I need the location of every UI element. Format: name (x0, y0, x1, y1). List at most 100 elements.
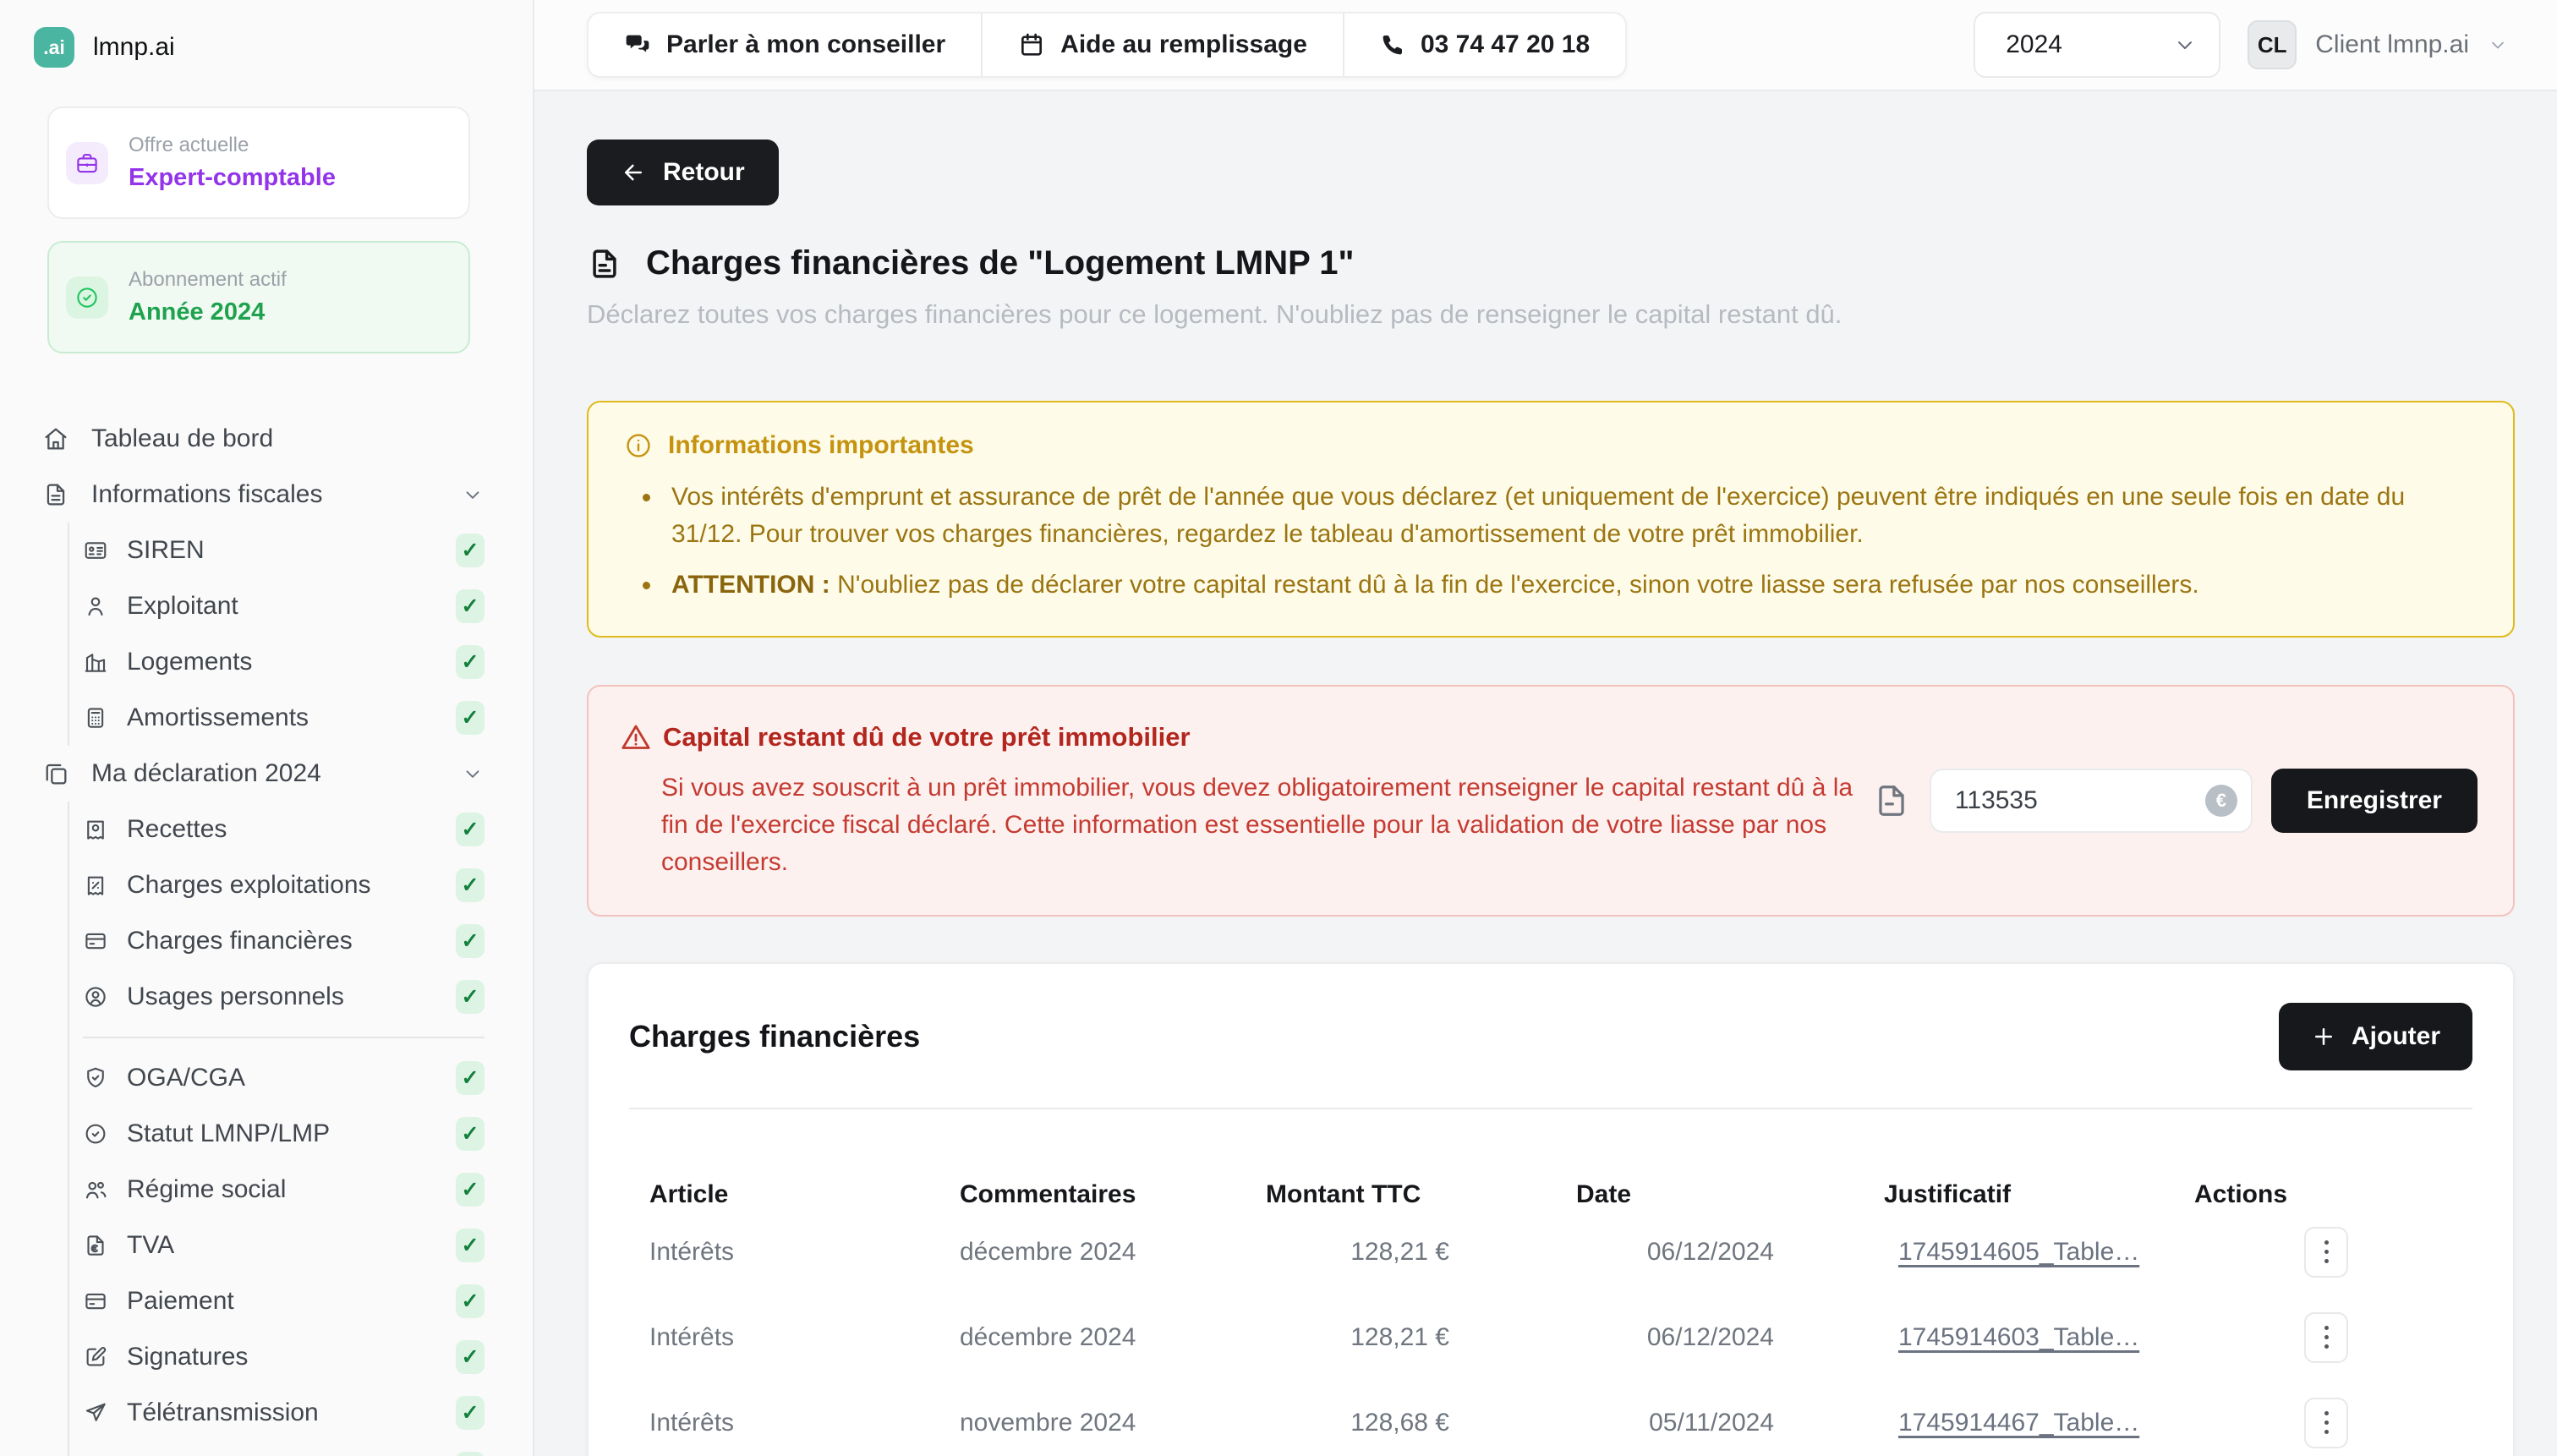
credit-card-icon (83, 1289, 108, 1314)
sidebar-item-charges-financieres[interactable]: Charges financières ✓ (69, 913, 533, 969)
sidebar-item-label: SIREN (127, 536, 205, 565)
cell-amount: 128,21 € (1261, 1238, 1576, 1267)
justificatif-link[interactable]: 1745914605_Table… (1898, 1238, 2139, 1266)
id-card-icon (83, 538, 108, 563)
sidebar-item-label: TVA (127, 1231, 174, 1260)
sidebar-item-dashboard[interactable]: Tableau de bord (0, 411, 533, 467)
sidebar-item-label: Logements (127, 648, 252, 676)
chat-icon (624, 31, 651, 58)
filling-help-label: Aide au remplissage (1060, 30, 1307, 59)
credit-card-icon (83, 928, 108, 954)
topbar-actions-group: Parler à mon conseiller Aide au rempliss… (587, 12, 1627, 78)
sidebar-item-informations-fiscales[interactable]: Informations fiscales (0, 467, 533, 523)
sidebar-item-teletransmission[interactable]: Télétransmission ✓ (69, 1385, 533, 1441)
cell-article: Intérêts (629, 1409, 939, 1437)
back-button[interactable]: Retour (587, 140, 779, 205)
sidebar-item-siren[interactable]: SIREN ✓ (69, 523, 533, 578)
talk-to-advisor-label: Parler à mon conseiller (666, 30, 945, 59)
sidebar-item-charges-exploitations[interactable]: Charges exploitations ✓ (69, 857, 533, 913)
alert-triangle-icon (619, 720, 653, 754)
charges-card-title: Charges financières (629, 1019, 920, 1054)
filling-help-button[interactable]: Aide au remplissage (981, 14, 1343, 76)
send-icon (83, 1400, 108, 1426)
sidebar-item-ma-declaration[interactable]: Ma déclaration 2024 (0, 746, 533, 802)
completed-check-badge: ✓ (456, 1452, 485, 1456)
capital-box-body: Si vous avez souscrit à un prêt immobili… (661, 769, 1872, 881)
attention-label: ATTENTION : (671, 571, 830, 599)
chevron-down-icon (462, 763, 484, 785)
sidebar-item-label: Paiement (127, 1287, 234, 1316)
row-actions-button[interactable] (2304, 1398, 2348, 1448)
column-header: Commentaires (939, 1180, 1261, 1209)
sidebar-item-regime-social[interactable]: Régime social ✓ (69, 1162, 533, 1218)
column-header: Article (629, 1180, 939, 1209)
table-row: Intérêts décembre 2024 128,21 € 06/12/20… (629, 1209, 2472, 1295)
justificatif-link[interactable]: 1745914467_Table… (1898, 1409, 2139, 1437)
year-select[interactable]: 2024 (1974, 12, 2220, 78)
shield-check-icon (83, 1065, 108, 1091)
capital-remaining-box: Capital restant dû de votre prêt immobil… (587, 685, 2515, 917)
sidebar-item-label: Charges financières (127, 927, 353, 955)
account-menu[interactable]: CL Client lmnp.ai (2248, 20, 2508, 69)
completed-check-badge: ✓ (456, 1117, 485, 1151)
phone-icon (1380, 32, 1405, 57)
sidebar-item-aide-declaration[interactable]: Aide à la déclaration ✓ (69, 1441, 533, 1456)
pen-square-icon (83, 1344, 108, 1370)
important-info-box: Informations importantes Vos intérêts d'… (587, 401, 2515, 638)
justificatif-link[interactable]: 1745914603_Table… (1898, 1323, 2139, 1351)
current-plan-card[interactable]: Offre actuelle Expert-comptable (47, 107, 470, 219)
euro-icon: € (2205, 785, 2237, 817)
building-icon (83, 649, 108, 675)
check-circle-icon (66, 276, 108, 319)
sidebar-nav: Tableau de bord Informations fiscales SI… (0, 411, 533, 1456)
sidebar-item-usages-personnels[interactable]: Usages personnels ✓ (69, 969, 533, 1025)
sidebar-item-signatures[interactable]: Signatures ✓ (69, 1329, 533, 1385)
completed-check-badge: ✓ (456, 1396, 485, 1430)
sidebar-item-label: OGA/CGA (127, 1064, 245, 1092)
sidebar-item-label: Amortissements (127, 703, 309, 732)
main-area: Parler à mon conseiller Aide au rempliss… (534, 0, 2557, 1456)
card-divider (629, 1108, 2472, 1109)
add-charge-label: Ajouter (2352, 1022, 2440, 1051)
avatar: CL (2248, 20, 2297, 69)
sidebar-item-label: Ma déclaration 2024 (91, 759, 321, 788)
info-icon (624, 431, 653, 460)
chevron-down-icon (2173, 33, 2197, 57)
sidebar-item-amortissements[interactable]: Amortissements ✓ (69, 690, 533, 746)
cell-date: 05/11/2024 (1576, 1409, 1884, 1437)
save-button[interactable]: Enregistrer (2271, 769, 2478, 833)
sidebar-item-recettes[interactable]: Recettes ✓ (69, 802, 533, 857)
account-name: Client lmnp.ai (2315, 30, 2469, 59)
row-actions-button[interactable] (2304, 1312, 2348, 1363)
cell-article: Intérêts (629, 1238, 939, 1267)
cell-comment: décembre 2024 (939, 1323, 1261, 1352)
file-euro-icon (83, 1233, 108, 1258)
cell-amount: 128,21 € (1261, 1323, 1576, 1352)
row-actions-button[interactable] (2304, 1227, 2348, 1278)
sidebar-item-logements[interactable]: Logements ✓ (69, 634, 533, 690)
capital-amount-input[interactable] (1955, 786, 2205, 815)
completed-check-badge: ✓ (456, 980, 485, 1014)
sidebar-item-exploitant[interactable]: Exploitant ✓ (69, 578, 533, 634)
sidebar-item-paiement[interactable]: Paiement ✓ (69, 1273, 533, 1329)
completed-check-badge: ✓ (456, 868, 485, 902)
add-charge-button[interactable]: Ajouter (2279, 1003, 2472, 1070)
sidebar-item-label: Recettes (127, 815, 227, 844)
info-box-title: Informations importantes (668, 431, 974, 460)
calendar-icon (1018, 31, 1045, 58)
subscription-value: Année 2024 (129, 298, 287, 326)
capital-input-wrapper: € (1930, 769, 2253, 833)
completed-check-badge: ✓ (456, 1284, 485, 1318)
file-text-icon (42, 481, 69, 508)
calculator-icon (83, 705, 108, 731)
sidebar-item-statut-lmnp-lmp[interactable]: Statut LMNP/LMP ✓ (69, 1106, 533, 1162)
table-row: Intérêts novembre 2024 128,68 € 05/11/20… (629, 1380, 2472, 1456)
sidebar-item-label: Télétransmission (127, 1399, 319, 1427)
sidebar-item-tva[interactable]: TVA ✓ (69, 1218, 533, 1273)
sidebar-item-oga-cga[interactable]: OGA/CGA ✓ (69, 1050, 533, 1106)
circle-user-icon (83, 984, 108, 1010)
brand[interactable]: .ai lmnp.ai (0, 27, 533, 68)
completed-check-badge: ✓ (456, 645, 485, 679)
phone-button[interactable]: 03 74 47 20 18 (1343, 14, 1625, 76)
talk-to-advisor-button[interactable]: Parler à mon conseiller (589, 14, 981, 76)
